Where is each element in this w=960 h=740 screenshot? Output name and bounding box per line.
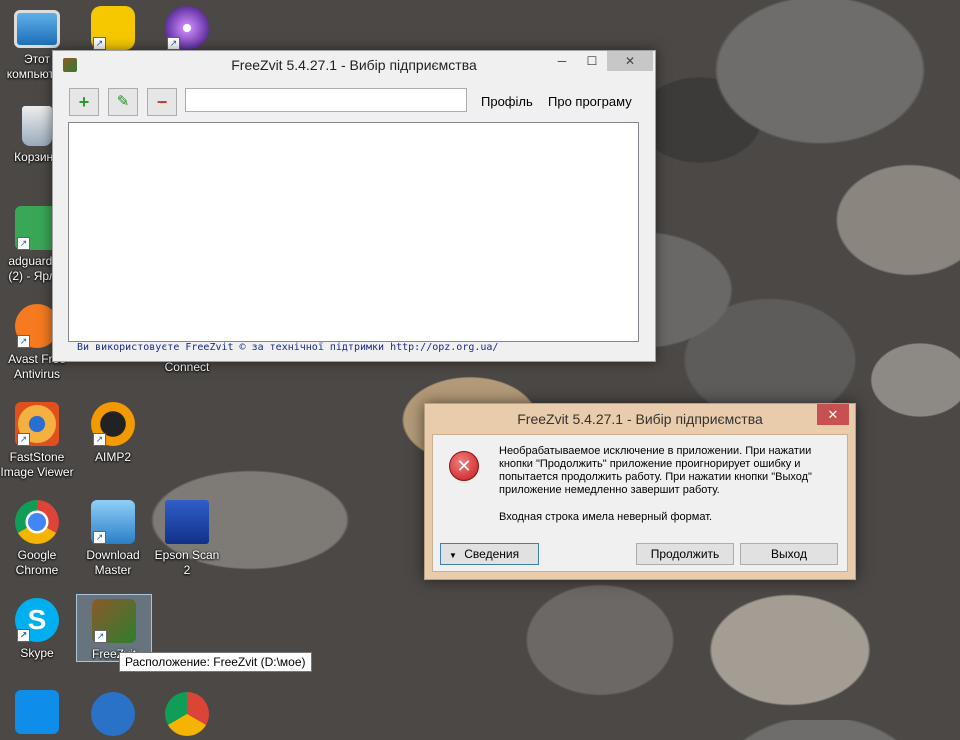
desktop-icon-label: Google Chrome xyxy=(15,548,59,577)
minus-icon: − xyxy=(156,92,168,112)
shortcut-arrow-icon: ↗ xyxy=(17,433,30,446)
enterprise-list[interactable] xyxy=(68,122,639,342)
close-icon: ✕ xyxy=(827,407,839,422)
menu-profile[interactable]: Профіль xyxy=(481,94,533,109)
error-message: Необрабатываемое исключение в приложении… xyxy=(499,445,812,496)
desktop-icon-label: Connect xyxy=(164,360,210,374)
scanner-icon xyxy=(165,500,209,544)
error-detail: Входная строка имела неверный формат. xyxy=(499,511,713,523)
disc-icon: ↗ xyxy=(165,6,209,50)
desktop-icon-teamviewer[interactable] xyxy=(0,690,74,738)
faststone-eye-icon: ↗ xyxy=(15,402,59,446)
shortcut-arrow-icon: ↗ xyxy=(94,630,107,643)
computer-icon xyxy=(14,10,60,48)
desktop-icon-chrome-2[interactable] xyxy=(150,692,224,740)
error-dialog-close-button[interactable]: ✕ xyxy=(817,404,849,425)
desktop-icon-label: Download Master xyxy=(86,548,140,577)
desktop-icon-download-master[interactable]: ↗ Download Master xyxy=(76,500,150,578)
main-window[interactable]: FreeZvit 5.4.27.1 - Вибір підприємства ─… xyxy=(52,50,656,362)
shortcut-arrow-icon: ↗ xyxy=(17,237,30,250)
add-button[interactable]: + xyxy=(69,88,99,116)
desktop-icon-connect[interactable]: Connect xyxy=(150,360,224,375)
details-button-label: Сведения xyxy=(464,547,520,561)
desktop-icon-epson[interactable]: Epson Scan 2 xyxy=(150,500,224,578)
pencil-icon: ✎ xyxy=(116,93,130,110)
delete-button[interactable]: − xyxy=(147,88,177,116)
error-icon: ✕ xyxy=(449,451,479,481)
main-window-titlebar[interactable]: FreeZvit 5.4.27.1 - Вибір підприємства ─… xyxy=(53,51,655,78)
shortcut-arrow-icon: ↗ xyxy=(93,37,106,50)
skype-icon: S ↗ xyxy=(15,598,59,642)
desktop-icon-label: Skype xyxy=(20,646,54,660)
desktop-icon-shield[interactable]: ↗ xyxy=(76,6,150,54)
media-icon xyxy=(91,692,135,736)
shortcut-arrow-icon: ↗ xyxy=(17,629,30,642)
error-dialog-body: ✕ Необрабатываемое исключение в приложен… xyxy=(432,434,848,572)
menu-about[interactable]: Про програму xyxy=(548,94,632,109)
error-dialog-title: FreeZvit 5.4.27.1 - Вибір підприємства xyxy=(517,411,763,427)
honeycomb-icon: ↗ xyxy=(91,6,135,50)
error-dialog[interactable]: FreeZvit 5.4.27.1 - Вибір підприємства ✕… xyxy=(424,403,856,580)
desktop-icon-aimp[interactable]: ↗ AIMP2 xyxy=(76,402,150,465)
shortcut-arrow-icon: ↗ xyxy=(93,531,106,544)
desktop-icon-media[interactable] xyxy=(76,692,150,740)
desktop-tooltip: Расположение: FreeZvit (D:\мое) xyxy=(119,652,312,672)
details-button[interactable]: ▼ Сведения xyxy=(440,543,539,565)
shortcut-arrow-icon: ↗ xyxy=(93,433,106,446)
continue-button[interactable]: Продолжить xyxy=(636,543,734,565)
triangle-down-icon: ▼ xyxy=(449,551,457,560)
desktop-icon-label: Epson Scan 2 xyxy=(154,548,220,577)
desktop-icon-faststone[interactable]: ↗ FastStone Image Viewer xyxy=(0,402,74,480)
status-text: Ви використовуєте FreeZvit © за технічно… xyxy=(77,342,499,353)
plus-icon: + xyxy=(78,92,90,112)
close-button[interactable]: ✕ xyxy=(607,51,653,71)
desktop-icon-disc[interactable]: ↗ xyxy=(150,6,224,54)
edit-button[interactable]: ✎ xyxy=(108,88,138,116)
shortcut-arrow-icon: ↗ xyxy=(167,37,180,50)
desktop-icon-chrome[interactable]: Google Chrome xyxy=(0,500,74,578)
aimp-icon: ↗ xyxy=(91,402,135,446)
maximize-button[interactable]: ☐ xyxy=(577,51,607,71)
desktop-icon-skype[interactable]: S ↗ Skype xyxy=(0,598,74,661)
chrome-icon xyxy=(165,692,209,736)
desktop-icon-label: AIMP2 xyxy=(94,450,131,464)
shortcut-arrow-icon: ↗ xyxy=(17,335,30,348)
freezvit-icon: ↗ xyxy=(92,599,136,643)
recycle-bin-icon xyxy=(22,106,52,146)
desktop-icon-label: FastStone Image Viewer xyxy=(0,450,74,479)
teamviewer-icon xyxy=(15,690,59,734)
chrome-icon xyxy=(15,500,59,544)
search-input[interactable] xyxy=(185,88,467,112)
download-master-icon: ↗ xyxy=(91,500,135,544)
exit-button[interactable]: Выход xyxy=(740,543,838,565)
minimize-button[interactable]: ─ xyxy=(547,51,577,71)
